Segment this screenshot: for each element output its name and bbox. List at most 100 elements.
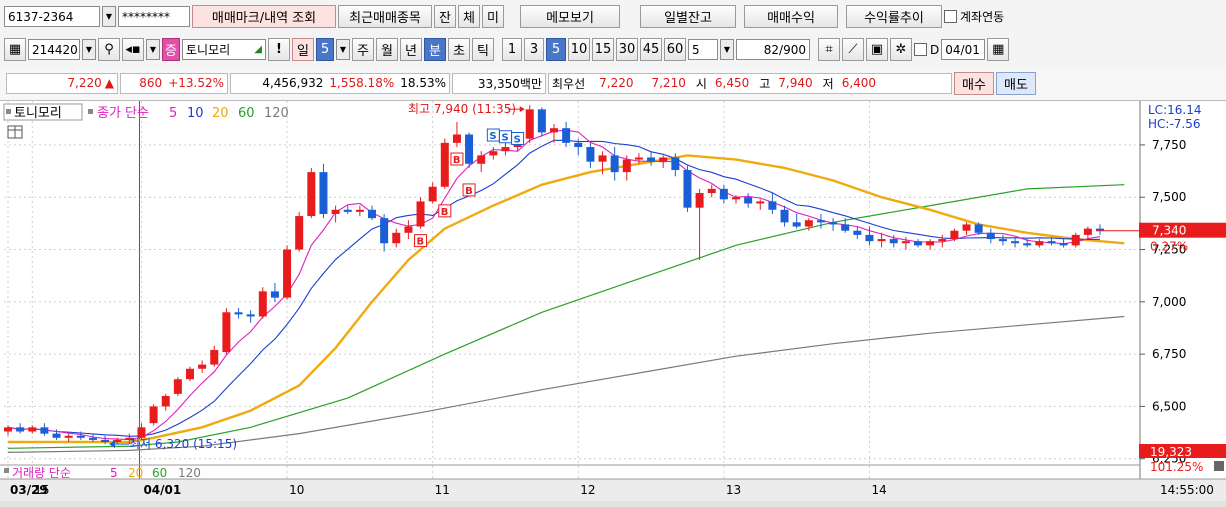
executed-button[interactable]: 체 xyxy=(458,5,480,28)
x-axis-bar xyxy=(0,479,1226,501)
recent-trades-button[interactable]: 최근매매종목 xyxy=(338,5,432,28)
candle-body xyxy=(986,232,995,240)
x-tick-label: 13 xyxy=(726,483,741,497)
balance-button[interactable]: 잔 xyxy=(434,5,456,28)
memo-button[interactable]: 메모보기 xyxy=(520,5,620,28)
interval-1[interactable]: 1 xyxy=(502,38,522,61)
turnover-rate: 18.53% xyxy=(400,76,446,90)
y-tick-label: 7,500 xyxy=(1152,190,1186,204)
trade-mark-button[interactable]: 매매마크/내역 조회 xyxy=(192,5,336,28)
interval-15[interactable]: 15 xyxy=(592,38,614,61)
candle-body xyxy=(792,222,801,227)
trading-profit-button[interactable]: 매매수익 xyxy=(744,5,838,28)
layout-icon[interactable]: ▦ xyxy=(4,38,26,61)
legend-ma-label: 종가 단순 xyxy=(97,106,149,121)
legend-ma-square-icon xyxy=(88,109,93,114)
candle-body xyxy=(707,188,716,194)
sell-button[interactable]: 매도 xyxy=(996,71,1036,95)
interval-5[interactable]: 5 xyxy=(546,38,566,61)
interval-30[interactable]: 30 xyxy=(616,38,638,61)
volume-square-icon xyxy=(4,468,9,473)
candle-body xyxy=(695,193,704,208)
interval-count: 5 xyxy=(692,42,700,57)
candle-body xyxy=(355,209,364,212)
interval-3[interactable]: 3 xyxy=(524,38,544,61)
count-dropdown-icon[interactable]: ▼ xyxy=(720,39,734,60)
account-field[interactable]: 6137-2364 xyxy=(4,6,100,27)
daily-balance-button[interactable]: 일별잔고 xyxy=(640,5,736,28)
lc-label: LC:16.14 xyxy=(1148,103,1201,117)
trend-icon[interactable]: ⟋ xyxy=(842,38,864,61)
period-month[interactable]: 월 xyxy=(376,38,398,61)
range-value: 82 xyxy=(763,42,780,57)
candle-body xyxy=(865,234,874,242)
candle-body xyxy=(331,209,340,214)
candle-body xyxy=(683,170,692,208)
candle-body xyxy=(562,128,571,143)
unexecuted-button[interactable]: 미 xyxy=(482,5,504,28)
sell-mark-letter: S xyxy=(514,134,521,145)
interval-count-field[interactable]: 5 xyxy=(688,39,718,60)
sound-dropdown-icon[interactable]: ▼ xyxy=(146,39,160,60)
password-field[interactable]: ******** xyxy=(118,6,190,27)
stock-name-field[interactable]: 토니모리 ◢ xyxy=(182,39,266,60)
period-day-count[interactable]: 5 xyxy=(316,38,334,61)
account-link-checkbox[interactable] xyxy=(944,10,957,23)
candle-body xyxy=(1023,243,1032,246)
x-tick-label: 12 xyxy=(580,483,595,497)
interval-60[interactable]: 60 xyxy=(664,38,686,61)
period-minute[interactable]: 분 xyxy=(424,38,446,61)
volume: 4,456,932 xyxy=(262,76,324,90)
scrollbar[interactable] xyxy=(0,501,1226,507)
period-day[interactable]: 일 xyxy=(292,38,314,61)
candle-body xyxy=(404,226,413,233)
range-field[interactable]: 82/900 xyxy=(736,39,810,60)
sound-icon[interactable]: ◂▪ xyxy=(122,38,144,61)
date-value: 04/01 xyxy=(945,42,980,57)
candle-body xyxy=(537,109,546,133)
date-checkbox[interactable] xyxy=(914,43,927,56)
gear-icon[interactable]: ✲ xyxy=(890,38,912,61)
candle-body xyxy=(841,224,850,231)
candle-body xyxy=(853,230,862,235)
search-icon[interactable]: ⚲ xyxy=(98,38,120,61)
return-trend-button[interactable]: 수익률추이 xyxy=(846,5,942,28)
interval-10[interactable]: 10 xyxy=(568,38,590,61)
y-tick-label: 6,750 xyxy=(1152,347,1186,361)
volume-scroll-icon[interactable] xyxy=(1214,461,1224,471)
period-week[interactable]: 주 xyxy=(352,38,374,61)
period-year[interactable]: 년 xyxy=(400,38,422,61)
candle-body xyxy=(489,151,498,156)
candle-body xyxy=(392,232,401,244)
best-ask: 7,220 xyxy=(599,76,634,90)
stock-code-field[interactable]: 214420 xyxy=(28,39,80,60)
code-dropdown-icon[interactable]: ▼ xyxy=(82,39,96,60)
info-button[interactable]: ! xyxy=(268,38,290,61)
price-chart[interactable]: BBBBSSS 토니모리 종가 단순 5 10 20 60 120 LC:16.… xyxy=(0,101,1226,507)
save-icon[interactable]: ▣ xyxy=(866,38,888,61)
stock-name: 토니모리 xyxy=(186,43,231,57)
candle-body xyxy=(610,155,619,173)
candle-body xyxy=(1059,243,1068,246)
interval-45[interactable]: 45 xyxy=(640,38,662,61)
candle-body xyxy=(28,427,37,432)
candle-body xyxy=(64,435,73,438)
candle-body xyxy=(222,312,231,353)
volume-ma60: 60 xyxy=(152,466,167,480)
tools-icon[interactable]: ⌗ xyxy=(818,38,840,61)
date-field[interactable]: 04/01 xyxy=(941,39,986,60)
candle-body xyxy=(416,201,425,227)
period-tick[interactable]: 틱 xyxy=(472,38,494,61)
current-price-box: 7,220 ▲ xyxy=(6,72,118,94)
account-dropdown-icon[interactable]: ▼ xyxy=(102,6,116,27)
candle-body xyxy=(295,216,304,250)
candle-body xyxy=(877,239,886,242)
best-quote-label: 최우선 xyxy=(552,76,586,91)
candle-body xyxy=(4,427,12,432)
candle-body xyxy=(671,157,680,171)
buy-button[interactable]: 매수 xyxy=(954,71,994,95)
period-second[interactable]: 초 xyxy=(448,38,470,61)
calendar-icon[interactable]: ▦ xyxy=(987,38,1010,61)
legend-square-icon xyxy=(6,109,11,114)
period-dropdown-icon[interactable]: ▼ xyxy=(336,39,350,60)
